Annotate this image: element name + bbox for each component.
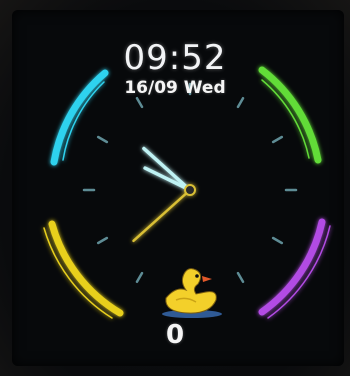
step-counter: 0 bbox=[165, 320, 185, 350]
date-display: 16/09 Wed bbox=[124, 78, 226, 98]
hour-tick bbox=[236, 271, 245, 284]
arc-bottom-right bbox=[258, 218, 326, 316]
hands-center-cap bbox=[184, 184, 196, 196]
rubber-duck-icon bbox=[162, 268, 222, 318]
clock-hands bbox=[132, 146, 196, 243]
hour-tick bbox=[271, 135, 284, 144]
hour-tick bbox=[135, 96, 144, 109]
hour-tick bbox=[135, 271, 144, 284]
digital-time: 09:52 bbox=[123, 38, 227, 78]
hour-tick bbox=[96, 135, 109, 144]
second-hand bbox=[132, 188, 192, 243]
hour-tick bbox=[236, 96, 245, 109]
hour-tick bbox=[96, 236, 109, 245]
hour-tick bbox=[271, 236, 284, 245]
